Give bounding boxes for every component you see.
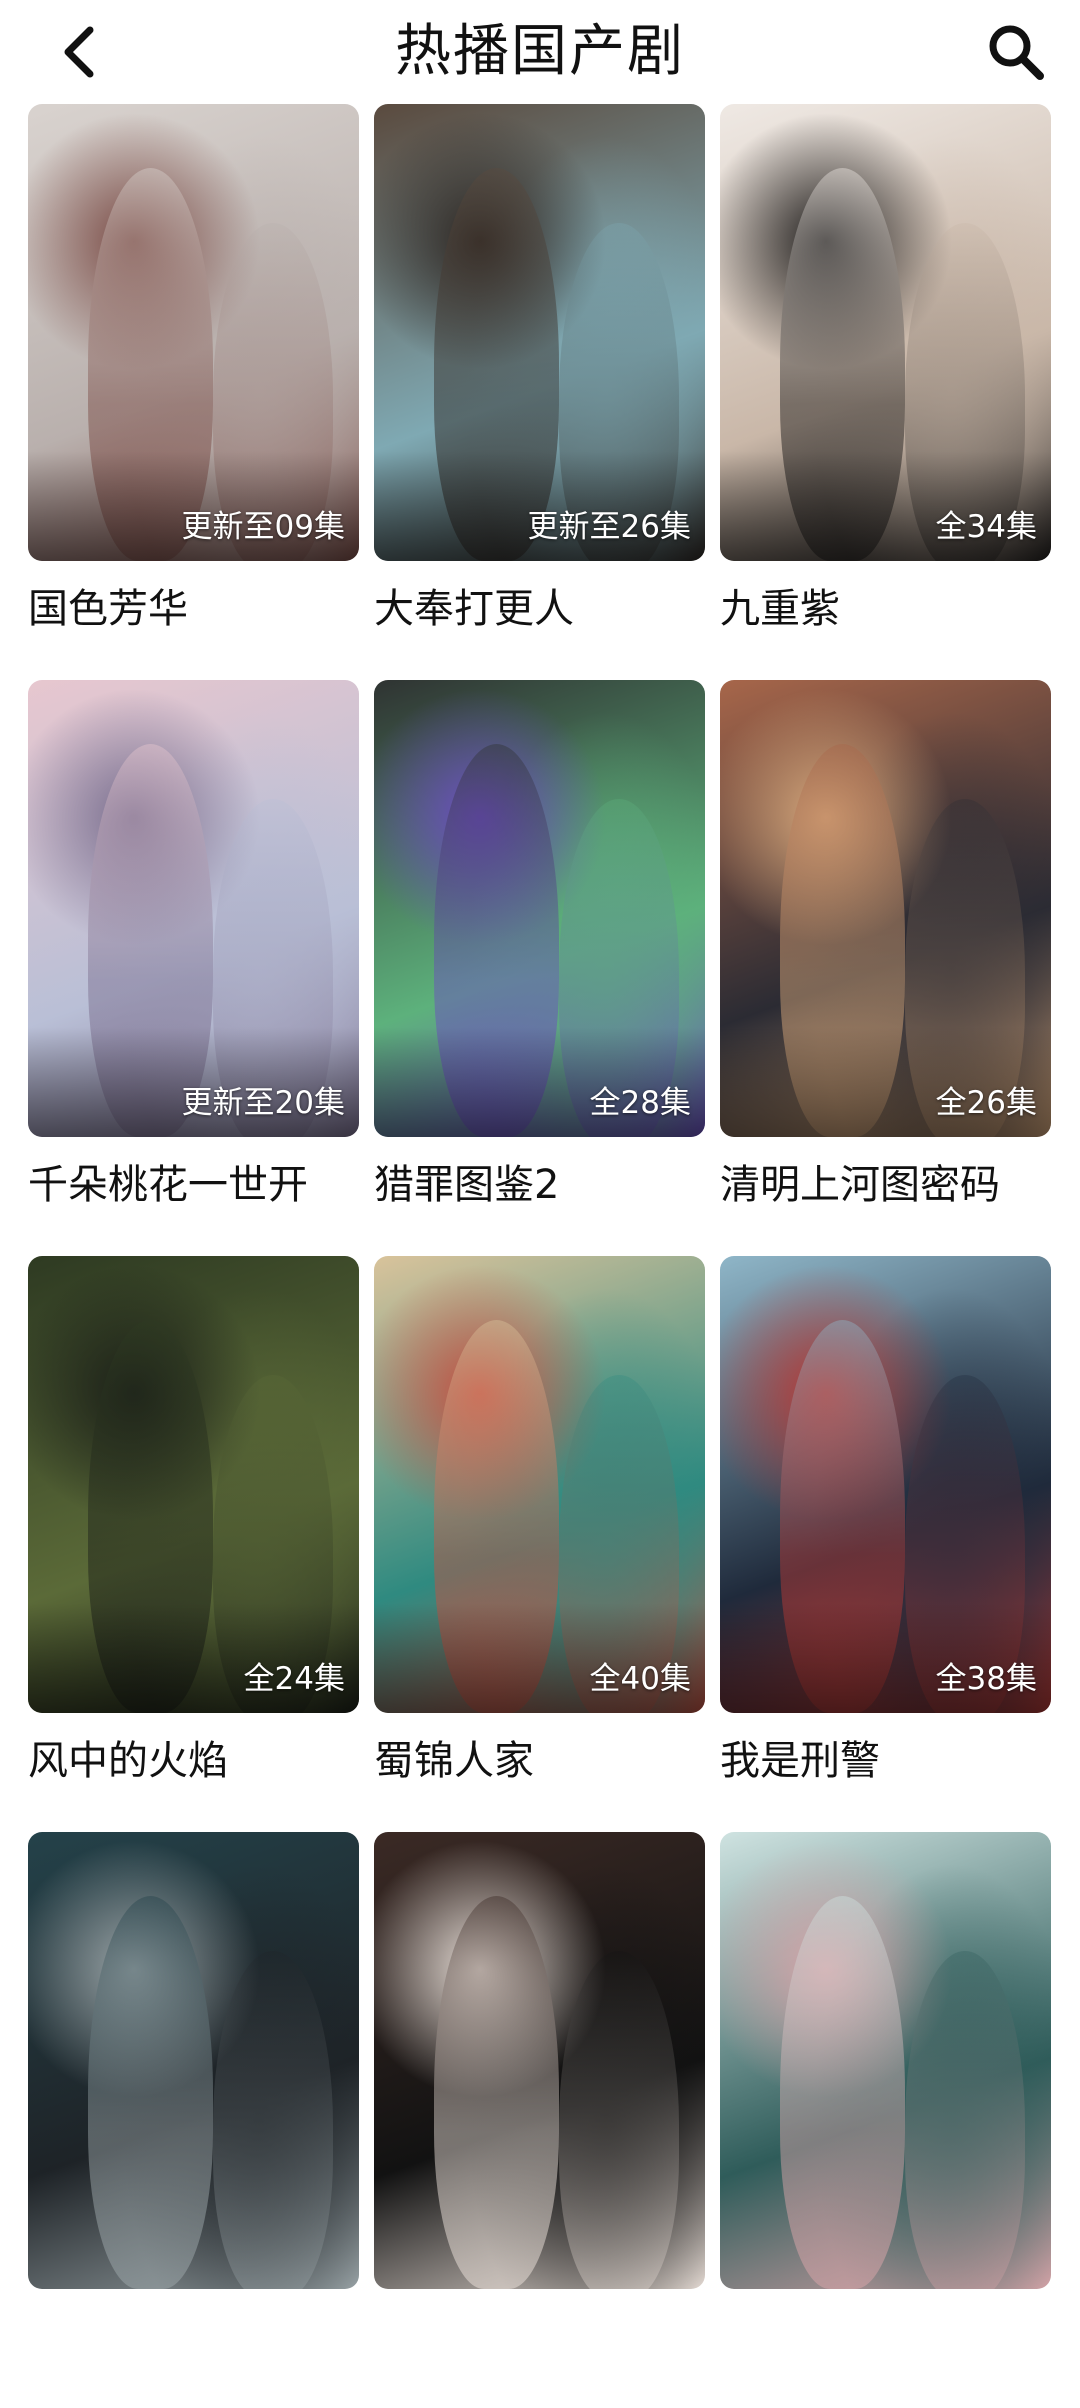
show-poster[interactable]: 更新至26集 [374,104,705,561]
show-poster[interactable] [374,1832,705,2289]
show-card[interactable]: 全26集清明上河图密码 [720,680,1051,1256]
show-card[interactable]: 更新至20集千朵桃花一世开 [28,680,359,1256]
poster-figure [213,1950,333,2289]
show-title[interactable]: 大奉打更人 [374,583,705,635]
show-title[interactable]: 猎罪图鉴2 [374,1159,705,1211]
show-card[interactable] [720,1832,1051,2408]
show-poster[interactable]: 全24集 [28,1256,359,1713]
show-card[interactable] [28,1832,359,2408]
show-grid: 更新至09集 国色芳华 更新至26集 大奉打更人 全34集 九重紫 更新至20集 千朵桃花一世… [28,104,1052,2408]
show-title[interactable]: 国色芳华 [28,583,359,635]
episode-badge: 全26集 [935,1085,1037,1121]
show-card[interactable]: 全28集猎罪图鉴2 [374,680,705,1256]
show-card[interactable]: 全40集蜀锦人家 [374,1256,705,1832]
episode-badge: 全40集 [589,1661,691,1697]
show-poster[interactable]: 全40集 [374,1256,705,1713]
poster-figure [87,1895,214,2289]
episode-badge: 全38集 [935,1661,1037,1697]
show-card[interactable]: 更新至09集国色芳华 [28,104,359,680]
show-poster[interactable]: 更新至09集 [28,104,359,561]
show-title[interactable]: 蜀锦人家 [374,1735,705,1787]
show-poster[interactable]: 全38集 [720,1256,1051,1713]
episode-badge: 全34集 [935,509,1037,545]
episode-badge: 更新至20集 [181,1085,345,1121]
show-poster[interactable]: 全34集 [720,104,1051,561]
episode-badge: 全24集 [243,1661,345,1697]
show-title[interactable]: 千朵桃花一世开 [28,1159,359,1211]
show-card[interactable] [374,1832,705,2408]
top-bar: 热播国产剧 [0,0,1080,104]
show-poster[interactable]: 更新至20集 [28,680,359,1137]
show-card[interactable]: 全38集我是刑警 [720,1256,1051,1832]
show-poster[interactable]: 全28集 [374,680,705,1137]
poster-figure [905,1950,1025,2289]
poster-figure [559,1950,679,2289]
show-card[interactable]: 全34集九重紫 [720,104,1051,680]
show-poster[interactable] [28,1832,359,2289]
poster-figure [433,1895,560,2289]
show-poster[interactable]: 全26集 [720,680,1051,1137]
show-title[interactable]: 风中的火焰 [28,1735,359,1787]
show-poster[interactable] [720,1832,1051,2289]
show-card[interactable]: 更新至26集大奉打更人 [374,104,705,680]
search-icon [989,25,1044,80]
show-title[interactable]: 九重紫 [720,583,1051,635]
poster-figure [779,1895,906,2289]
show-card[interactable]: 全24集风中的火焰 [28,1256,359,1832]
show-title[interactable]: 清明上河图密码 [720,1159,1051,1211]
search-button[interactable] [980,16,1052,88]
episode-badge: 全28集 [589,1085,691,1121]
show-title[interactable]: 我是刑警 [720,1735,1051,1787]
episode-badge: 更新至09集 [181,509,345,545]
page-title: 热播国产剧 [395,19,685,84]
episode-badge: 更新至26集 [527,509,691,545]
